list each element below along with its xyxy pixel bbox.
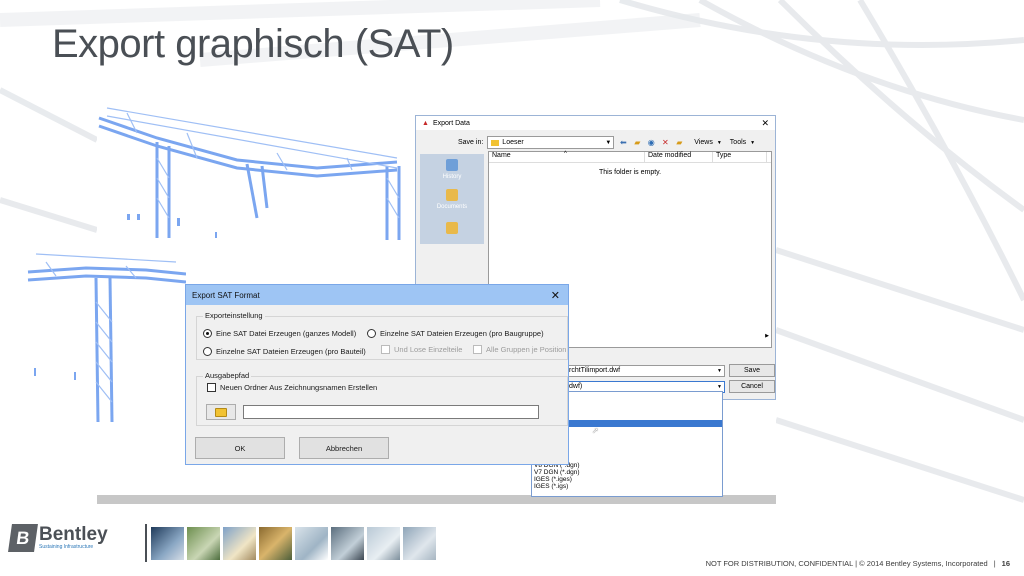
search-web-icon[interactable]: ◉ bbox=[646, 138, 656, 148]
filetype-option[interactable]: IGES (*.iges) bbox=[532, 476, 722, 483]
new-folder-icon[interactable]: ▰ bbox=[674, 138, 684, 148]
place-documents[interactable]: Documents bbox=[420, 184, 484, 214]
export-sat-dialog: Export SAT Format ✕ Exporteinstellung Ei… bbox=[185, 284, 569, 465]
place-history[interactable]: History bbox=[420, 154, 484, 184]
radio-unchecked[interactable] bbox=[367, 329, 376, 338]
cancel-button[interactable]: Abbrechen bbox=[299, 437, 389, 459]
place-label: History bbox=[442, 173, 462, 180]
export-settings-label: Exporteinstellung bbox=[203, 311, 265, 320]
export-data-titlebar: ▲ Export Data ✕ bbox=[416, 116, 775, 130]
logo-name: Bentley bbox=[39, 524, 108, 545]
output-path-label: Ausgabepfad bbox=[203, 371, 252, 380]
place-label: Documents bbox=[436, 203, 468, 210]
save-in-value: Loeser bbox=[502, 139, 524, 146]
back-arrow-icon[interactable]: ⬅ bbox=[618, 138, 628, 148]
bentley-logo: B Bentley Sustaining Infrastructure bbox=[8, 524, 108, 552]
check-new-folder[interactable]: Neuen Ordner Aus Zeichnungsnamen Erstell… bbox=[207, 383, 377, 392]
option-per-group-label: Einzelne SAT Dateien Erzeugen (pro Baugr… bbox=[380, 329, 544, 338]
option-per-part-label: Einzelne SAT Dateien Erzeugen (pro Baute… bbox=[216, 347, 366, 356]
export-settings-group: Exporteinstellung Eine SAT Datei Erzeuge… bbox=[196, 311, 568, 360]
radio-unchecked[interactable] bbox=[203, 347, 212, 356]
option-per-part[interactable]: Einzelne SAT Dateien Erzeugen (pro Baute… bbox=[203, 347, 366, 356]
thumbnail-image bbox=[367, 527, 400, 560]
check-new-folder-label: Neuen Ordner Aus Zeichnungsnamen Erstell… bbox=[220, 383, 378, 392]
radio-checked[interactable] bbox=[203, 329, 212, 338]
logo-divider bbox=[145, 524, 147, 562]
infrastructure-thumbnails bbox=[151, 527, 436, 560]
chevron-down-icon: ▼ bbox=[717, 367, 722, 374]
filetype-option[interactable]: V7 DGN (*.dgn) bbox=[532, 469, 722, 476]
desktop-icon bbox=[446, 221, 458, 234]
column-date-modified[interactable]: Date modified bbox=[645, 152, 713, 162]
chevron-down-icon: ▼ bbox=[605, 139, 612, 146]
bridge-model-image-bottom bbox=[27, 253, 186, 423]
output-path-input[interactable] bbox=[243, 405, 539, 419]
option-single-sat-label: Eine SAT Datei Erzeugen (ganzes Modell) bbox=[216, 329, 357, 338]
folder-icon bbox=[491, 139, 500, 146]
chevron-down-icon: ▼ bbox=[716, 139, 722, 146]
app-red-icon: ▲ bbox=[422, 119, 429, 127]
close-icon[interactable]: ✕ bbox=[551, 289, 560, 302]
filetype-value: dwf) bbox=[569, 383, 583, 390]
thumbnail-image bbox=[223, 527, 256, 560]
export-data-toolbar: Save in: Loeser ▼ ⬅ ▰ ◉ ✕ ▰ Views ▼ Tool… bbox=[458, 136, 755, 149]
save-button[interactable]: Save bbox=[729, 364, 775, 377]
filename-row: rchtTilimport.dwf ▼ Save bbox=[566, 364, 775, 377]
thumbnail-image bbox=[259, 527, 292, 560]
checkbox-disabled bbox=[473, 345, 482, 354]
export-data-title: Export Data bbox=[432, 119, 470, 127]
save-in-label: Save in: bbox=[458, 139, 484, 146]
sat-titlebar: Export SAT Format ✕ bbox=[186, 285, 568, 305]
thumbnail-image bbox=[295, 527, 328, 560]
checkbox-disabled bbox=[381, 345, 390, 354]
thumbnail-image bbox=[151, 527, 184, 560]
option-single-sat[interactable]: Eine SAT Datei Erzeugen (ganzes Modell) bbox=[203, 329, 356, 338]
page-number: 16 bbox=[1001, 559, 1010, 568]
check-loose-parts-label: Und Lose Einzelteile bbox=[394, 345, 463, 354]
close-icon[interactable]: ✕ bbox=[761, 118, 769, 129]
filetype-option[interactable]: IGES (*.igs) bbox=[532, 483, 722, 490]
up-folder-icon[interactable]: ▰ bbox=[632, 138, 642, 148]
delete-icon[interactable]: ✕ bbox=[660, 138, 670, 148]
thumbnail-image bbox=[403, 527, 436, 560]
check-all-groups: Alle Gruppen je Position bbox=[473, 345, 566, 354]
history-icon bbox=[446, 158, 458, 171]
scroll-right-icon[interactable]: ▶ bbox=[765, 333, 769, 339]
confidential-notice: NOT FOR DISTRIBUTION, CONFIDENTIAL | © 2… bbox=[705, 559, 988, 568]
cancel-button[interactable]: Cancel bbox=[729, 380, 775, 393]
sort-up-icon: ^ bbox=[564, 151, 567, 157]
thumbnail-image bbox=[187, 527, 220, 560]
footer-separator: | bbox=[993, 559, 996, 568]
filename-input[interactable]: rchtTilimport.dwf ▼ bbox=[566, 364, 725, 377]
empty-folder-message: This folder is empty. bbox=[599, 169, 662, 176]
mouse-cursor-icon: ➚ bbox=[592, 426, 599, 435]
option-per-group[interactable]: Einzelne SAT Dateien Erzeugen (pro Baugr… bbox=[367, 329, 544, 338]
place-desktop[interactable] bbox=[420, 214, 484, 244]
column-name[interactable]: Name bbox=[489, 152, 645, 162]
ok-button[interactable]: OK bbox=[195, 437, 285, 459]
column-type[interactable]: Type bbox=[713, 152, 767, 162]
slide-title: Export graphisch (SAT) bbox=[52, 22, 454, 66]
chevron-down-icon: ▼ bbox=[717, 383, 722, 390]
check-loose-parts: Und Lose Einzelteile bbox=[381, 345, 462, 354]
documents-icon bbox=[446, 188, 458, 201]
browse-folder-button[interactable] bbox=[206, 404, 236, 420]
folder-icon bbox=[215, 407, 227, 417]
places-bar: History Documents bbox=[420, 154, 484, 244]
footer-note: NOT FOR DISTRIBUTION, CONFIDENTIAL | © 2… bbox=[706, 559, 1010, 568]
checkbox-unchecked[interactable] bbox=[207, 383, 216, 392]
save-in-combobox[interactable]: Loeser ▼ bbox=[487, 136, 615, 149]
filename-value: rchtTilimport.dwf bbox=[569, 367, 621, 374]
views-menu[interactable]: Views bbox=[694, 139, 713, 146]
tools-menu[interactable]: Tools bbox=[730, 139, 746, 146]
bentley-b-icon: B bbox=[8, 524, 38, 552]
thumbnail-image bbox=[331, 527, 364, 560]
bridge-model-image-top bbox=[98, 107, 401, 240]
sat-dialog-title: Export SAT Format bbox=[192, 290, 260, 300]
file-list-header: Name Date modified Type bbox=[489, 152, 771, 163]
chevron-down-icon: ▼ bbox=[750, 139, 756, 146]
check-all-groups-label: Alle Gruppen je Position bbox=[486, 345, 567, 354]
